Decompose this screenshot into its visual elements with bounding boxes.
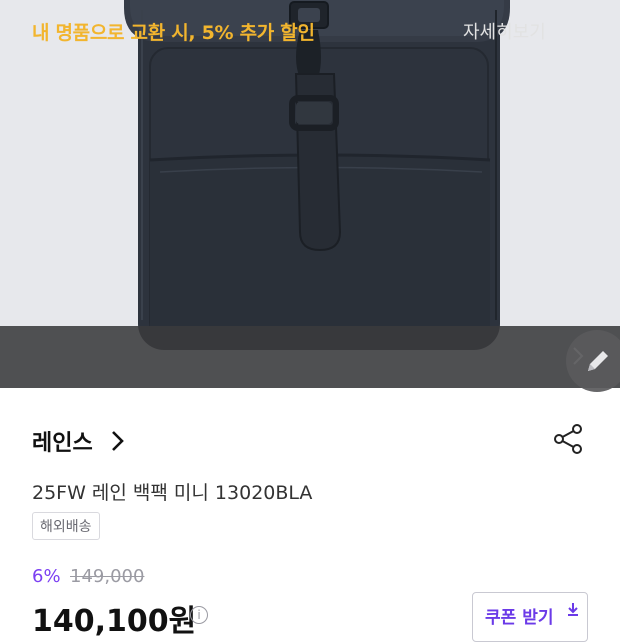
pencil-icon (588, 351, 608, 371)
original-price: 149,000 (70, 566, 145, 587)
promo-more-link[interactable]: 자세히보기 (463, 18, 546, 44)
info-icon[interactable]: i (190, 606, 208, 624)
edit-button[interactable] (566, 330, 620, 392)
shipping-badge: 해외배송 (32, 512, 100, 540)
promo-banner[interactable] (0, 326, 620, 388)
discount-rate: 6% (32, 566, 61, 587)
chevron-right-icon[interactable] (110, 430, 126, 452)
coupon-label: 쿠폰 받기 (485, 608, 554, 628)
sale-price: 140,100원 (32, 604, 197, 639)
promo-text[interactable]: 내 명품으로 교환 시, 5% 추가 할인 (32, 18, 315, 45)
coupon-button[interactable]: 쿠폰 받기 (472, 592, 588, 642)
brand-link[interactable]: 레인스 (32, 425, 93, 457)
share-icon[interactable] (553, 423, 585, 455)
download-icon (568, 603, 578, 616)
product-title: 25FW 레인 백팩 미니 13020BLA (32, 482, 313, 504)
